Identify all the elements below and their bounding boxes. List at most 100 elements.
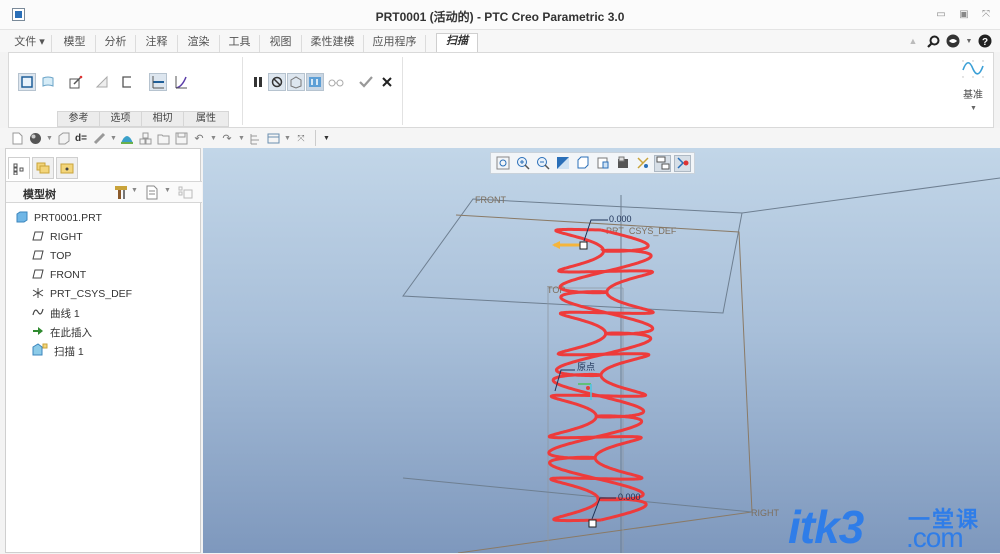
window-icon[interactable] xyxy=(266,131,280,145)
cancel-button[interactable] xyxy=(378,73,396,91)
tree-item-label: RIGHT xyxy=(50,231,83,243)
folder-browser-tab[interactable] xyxy=(32,157,54,179)
subtab-options[interactable]: 选项 xyxy=(100,112,142,126)
end-point-handle[interactable] xyxy=(588,519,597,528)
community-icon[interactable] xyxy=(946,34,960,48)
subtab-properties[interactable]: 属性 xyxy=(184,112,228,126)
variable-section-button[interactable] xyxy=(172,73,190,91)
dropdown-icon[interactable]: ▼ xyxy=(210,135,217,142)
tree-item-sweep[interactable]: 扫描 1 xyxy=(32,342,84,360)
datum-curve-icon[interactable] xyxy=(960,58,986,80)
curve-icon xyxy=(32,307,44,320)
redo-icon[interactable]: ↷ xyxy=(220,131,234,145)
remove-material-button[interactable] xyxy=(93,73,111,91)
tab-applications[interactable]: 应用程序 xyxy=(364,35,426,52)
restore-icon[interactable]: ▣ xyxy=(958,9,970,21)
datum-label[interactable]: 基准 xyxy=(963,86,983,101)
model-scene: FRONT TOP RIGHT PRT_CSYS_DEF 0.000 原点 0.… xyxy=(402,177,1000,553)
part-icon xyxy=(16,211,28,226)
datum-plane-icon xyxy=(32,231,44,244)
undo-icon[interactable]: ↶ xyxy=(192,131,206,145)
minimize-icon[interactable]: ▭ xyxy=(935,9,947,21)
no-preview-button[interactable] xyxy=(268,73,286,91)
glasses-preview-button[interactable] xyxy=(327,73,345,91)
start-point-handle[interactable] xyxy=(579,241,588,250)
tree-item-front[interactable]: FRONT xyxy=(32,266,86,284)
dropdown-icon[interactable]: ▼ xyxy=(284,135,291,142)
tree-item-right[interactable]: RIGHT xyxy=(32,228,83,246)
subtab-references[interactable]: 参考 xyxy=(58,112,100,126)
show-icon[interactable] xyxy=(146,185,158,203)
tab-view[interactable]: 视图 xyxy=(260,35,302,52)
graphics-viewport[interactable]: FRONT TOP RIGHT PRT_CSYS_DEF 0.000 原点 0.… xyxy=(203,148,1000,553)
front-plane-label[interactable]: FRONT xyxy=(475,195,506,205)
assembly-icon[interactable] xyxy=(138,131,152,145)
sweep-trajectory-curve[interactable] xyxy=(547,227,655,523)
dimension-icon[interactable]: d= xyxy=(74,131,88,145)
close-window-icon[interactable]: ⤧ xyxy=(294,131,308,145)
dropdown-icon[interactable]: ▼ xyxy=(966,34,973,48)
save-icon[interactable] xyxy=(174,131,188,145)
new-icon[interactable] xyxy=(10,131,24,145)
subtab-tangency[interactable]: 相切 xyxy=(142,112,184,126)
ok-button[interactable] xyxy=(357,73,375,91)
tree-item-label: 扫描 1 xyxy=(54,345,84,358)
pause-button[interactable] xyxy=(249,73,267,91)
dropdown-icon[interactable]: ▼ xyxy=(110,135,117,142)
constant-section-button[interactable] xyxy=(149,73,167,91)
tab-render[interactable]: 渲染 xyxy=(178,35,220,52)
open-icon[interactable] xyxy=(156,131,170,145)
tab-annotate[interactable]: 注释 xyxy=(136,35,178,52)
regenerate-icon[interactable] xyxy=(248,131,262,145)
origin-label[interactable]: 原点 xyxy=(577,362,595,373)
surface-sweep-button[interactable] xyxy=(39,73,57,91)
dropdown-icon[interactable]: ▼ xyxy=(238,135,245,142)
close-icon[interactable]: ⤧ xyxy=(980,9,992,21)
tree-item-curve[interactable]: 曲线 1 xyxy=(32,304,80,322)
model-tree-title: 模型树 xyxy=(23,189,56,201)
quick-access-toolbar: ▼ d= ▼ ↶ ▼ ↷ ▼ ▼ ⤧ ▼ xyxy=(0,128,1000,148)
tab-model[interactable]: 模型 xyxy=(54,35,96,52)
dropdown-icon[interactable]: ▼ xyxy=(46,135,53,142)
dropdown-icon[interactable]: ▼ xyxy=(164,187,171,194)
front-plane-outline xyxy=(402,198,743,314)
datum-display-icon[interactable] xyxy=(56,131,70,145)
tab-sweep[interactable]: 扫描 xyxy=(436,33,478,52)
tree-filter-icon[interactable] xyxy=(178,185,194,203)
dropdown-icon[interactable]: ▼ xyxy=(131,187,138,194)
tab-file[interactable]: 文件 ▾ xyxy=(8,35,52,52)
tab-analysis[interactable]: 分析 xyxy=(96,35,136,52)
tree-settings-icon[interactable] xyxy=(114,185,128,203)
customize-toolbar-icon[interactable]: ▼ xyxy=(323,135,330,142)
navigator-panel: 模型树 ▼ ▼ PRT0001.PRT RIGHT TOP FRONT PRT_… xyxy=(5,148,202,553)
end-dimension-label[interactable]: 0.000 xyxy=(618,492,641,502)
tree-item-label: PRT_CSYS_DEF xyxy=(50,288,133,300)
tree-item-insert-here[interactable]: 在此插入 xyxy=(32,323,92,341)
render-icon[interactable] xyxy=(120,131,134,145)
start-dimension-label[interactable]: 0.000 xyxy=(609,214,632,224)
edit-sketch-button[interactable] xyxy=(67,73,85,91)
tab-flexible-modeling[interactable]: 柔性建模 xyxy=(302,35,364,52)
verify-preview-button[interactable] xyxy=(306,73,324,91)
tree-item-top[interactable]: TOP xyxy=(32,247,71,265)
tree-item-part[interactable]: PRT0001.PRT xyxy=(16,209,102,227)
tree-item-csys[interactable]: PRT_CSYS_DEF xyxy=(32,285,132,303)
arrow-head-icon xyxy=(552,241,560,249)
watermark: itk3 一堂课 .com xyxy=(788,500,978,554)
csys-icon xyxy=(32,287,44,302)
model-tree-tab[interactable] xyxy=(8,157,30,179)
appearance-icon[interactable] xyxy=(28,131,42,145)
thicken-button[interactable] xyxy=(118,73,136,91)
right-plane-label[interactable]: RIGHT xyxy=(751,508,780,518)
collapse-ribbon-icon[interactable]: ▲ xyxy=(906,34,920,48)
svg-text:?: ? xyxy=(982,37,988,48)
geometry-preview-button[interactable] xyxy=(287,73,305,91)
help-icon[interactable]: ? xyxy=(978,34,992,48)
search-icon[interactable] xyxy=(926,34,940,48)
solid-sweep-button[interactable] xyxy=(18,73,36,91)
tab-tools[interactable]: 工具 xyxy=(220,35,260,52)
datum-dropdown-icon[interactable]: ▼ xyxy=(970,105,977,112)
toolbar-separator xyxy=(315,130,316,146)
pen-icon[interactable] xyxy=(92,131,106,145)
favorites-tab[interactable] xyxy=(56,157,78,179)
